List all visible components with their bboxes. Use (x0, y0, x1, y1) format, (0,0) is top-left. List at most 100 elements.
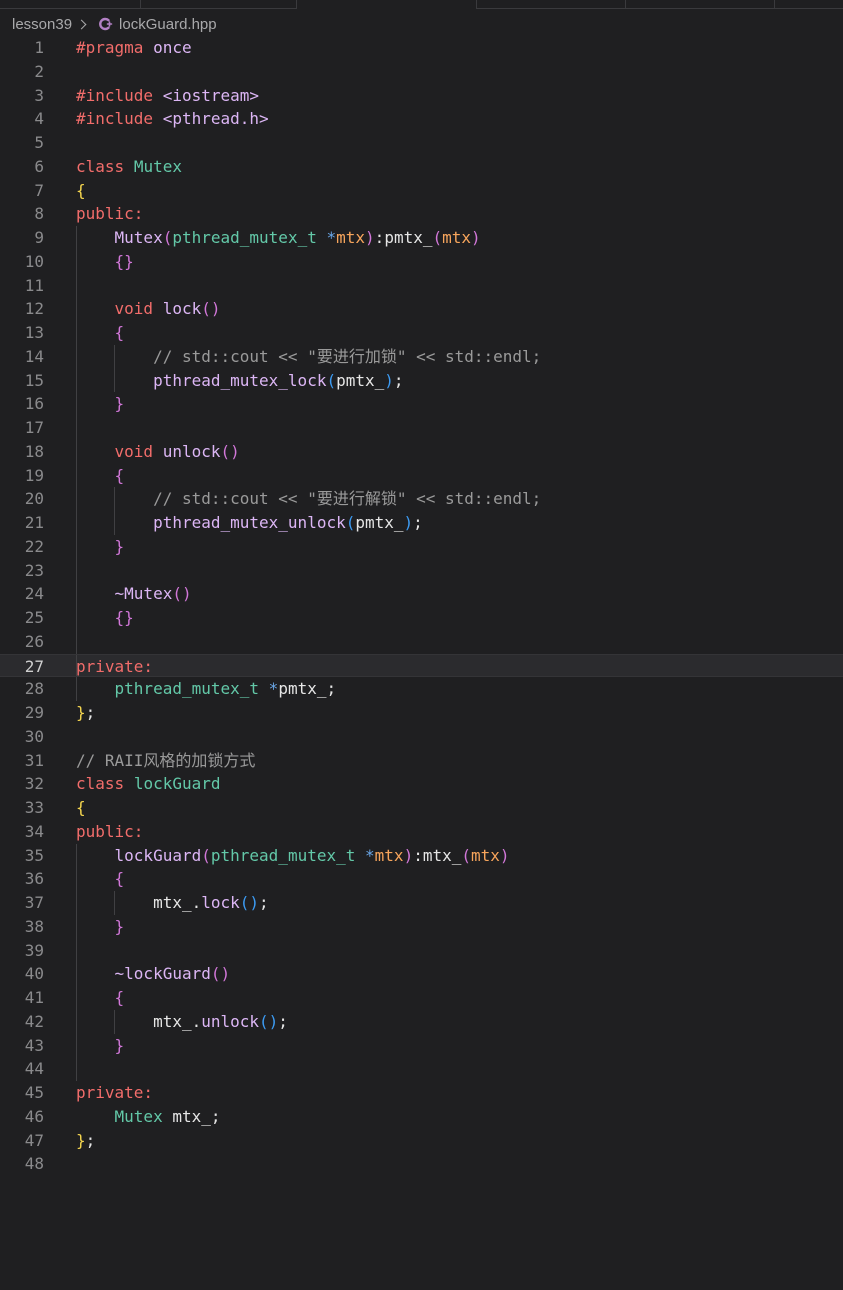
code-line[interactable]: 19 { (0, 463, 843, 488)
line-number: 32 (24, 774, 44, 794)
line-number: 5 (34, 133, 44, 152)
code-token: } (114, 536, 125, 556)
code-token: ~lockGuard (114, 964, 211, 984)
code-line[interactable]: 15 pthread_mutex_lock(pmtx_); (0, 368, 843, 393)
line-number: 34 (24, 821, 44, 841)
code-line[interactable]: 16 } (0, 392, 843, 416)
code-line[interactable]: 40 ~lockGuard() (0, 962, 843, 986)
code-line[interactable]: 11 (0, 273, 843, 298)
code-token: ~Mutex (114, 584, 173, 604)
code-line[interactable]: 45 private: (0, 1081, 843, 1105)
code-token: ; (393, 370, 404, 390)
code-token: } (114, 916, 125, 936)
code-line[interactable]: 20 // std::cout << "要进行解锁" << std::endl; (0, 487, 843, 511)
code-line[interactable]: 3 #include <iostream> (0, 84, 843, 108)
code-token: pthread_mutex_unlock (153, 513, 346, 532)
code-line[interactable]: 1 #pragma once (0, 36, 843, 60)
code-line[interactable]: 31 // RAII风格的加锁方式 (0, 749, 843, 773)
tab-placeholder[interactable] (775, 0, 843, 9)
code-token: { (76, 798, 86, 817)
code-token: () (259, 1011, 279, 1031)
code-line[interactable]: 4 #include <pthread.h> (0, 107, 843, 131)
line-number: 27 (24, 656, 44, 676)
code-token: mtx (336, 228, 366, 247)
code-text: private: (76, 655, 153, 679)
code-line[interactable]: 37 mtx_.lock(); (0, 891, 843, 915)
code-token: () (239, 893, 260, 912)
tab-strip (0, 0, 843, 10)
code-line[interactable]: 29}; (0, 701, 843, 725)
code-line[interactable]: 47}; (0, 1129, 843, 1153)
code-line[interactable]: 6 class Mutex (0, 155, 843, 179)
code-line[interactable]: 48 (0, 1152, 843, 1176)
indent-guide (76, 938, 77, 963)
code-line[interactable]: 7{ (0, 179, 843, 203)
code-token: * (365, 845, 375, 865)
indent-guide (76, 416, 77, 440)
line-number: 36 (24, 869, 44, 889)
code-line[interactable]: 28 pthread_mutex_t *pmtx_; (0, 677, 843, 701)
code-line[interactable]: 32 class lockGuard (0, 772, 843, 796)
breadcrumb-folder[interactable]: lesson39 (12, 16, 72, 33)
code-line[interactable]: 23 (0, 558, 843, 583)
code-line[interactable]: 8 public: (0, 202, 843, 226)
code-token: mtx_. (153, 1011, 202, 1031)
line-number: 24 (24, 584, 44, 604)
line-number: 37 (24, 893, 44, 912)
line-number: 20 (24, 489, 44, 509)
tab-placeholder[interactable] (477, 0, 625, 9)
code-line[interactable]: 27 private: (0, 653, 843, 679)
code-line[interactable]: 17 (0, 416, 843, 440)
code-text: } (76, 1034, 125, 1058)
code-token: ( (345, 513, 356, 532)
code-line[interactable]: 44 (0, 1057, 843, 1081)
tab-placeholder[interactable] (0, 0, 140, 9)
line-number: 45 (24, 1083, 44, 1102)
code-line[interactable]: 12 void lock() (0, 297, 843, 321)
code-token: } (76, 1130, 86, 1150)
code-text: void unlock() (76, 440, 240, 464)
code-line[interactable]: 2 (0, 60, 843, 84)
code-line[interactable]: 21 pthread_mutex_unlock(pmtx_); (0, 511, 843, 535)
line-number: 48 (24, 1154, 44, 1174)
code-token: ; (210, 1106, 221, 1126)
code-line[interactable]: 42 mtx_.unlock(); (0, 1009, 843, 1034)
code-line[interactable]: 14 // std::cout << "要进行加锁" << std::endl; (0, 344, 843, 369)
code-line[interactable]: 41 { (0, 986, 843, 1010)
code-line[interactable]: 9 Mutex(pthread_mutex_t *mtx):pmtx_(mtx) (0, 226, 843, 250)
code-token: ( (201, 845, 211, 865)
code-line[interactable]: 26 (0, 629, 843, 654)
code-line[interactable]: 36 { (0, 867, 843, 891)
code-line[interactable]: 39 (0, 938, 843, 963)
code-editor[interactable]: 1 #pragma once 2 3 #include <iostream> 4 #incl… (0, 36, 843, 1176)
code-line[interactable]: 43 } (0, 1033, 843, 1058)
line-number: 6 (34, 156, 44, 176)
tab-placeholder[interactable] (141, 0, 296, 9)
code-text: } (76, 915, 125, 939)
tab-placeholder[interactable] (626, 0, 774, 9)
code-line[interactable]: 34 public: (0, 820, 843, 844)
line-number: 2 (34, 61, 44, 81)
code-line[interactable]: 33 { (0, 796, 843, 820)
code-line[interactable]: 22 } (0, 534, 843, 559)
code-line[interactable]: 35 lockGuard(pthread_mutex_t *mtx):mtx_(… (0, 843, 843, 868)
code-line[interactable]: 30 (0, 725, 843, 749)
code-line[interactable]: 46 Mutex mtx_; (0, 1105, 843, 1129)
code-line[interactable]: 24 ~Mutex() (0, 582, 843, 606)
code-line[interactable]: 5 (0, 131, 843, 155)
code-line[interactable]: 18 void unlock() (0, 439, 843, 464)
code-line[interactable]: 38 } (0, 914, 843, 939)
code-line[interactable]: 25 {} (0, 606, 843, 630)
line-number: 14 (24, 346, 44, 366)
code-text: lockGuard(pthread_mutex_t *mtx):mtx_(mtx… (76, 844, 510, 868)
breadcrumb-file[interactable]: lockGuard.hpp (119, 16, 217, 33)
code-line[interactable]: 10 {} (0, 249, 843, 274)
code-line[interactable]: 13 { (0, 321, 843, 345)
